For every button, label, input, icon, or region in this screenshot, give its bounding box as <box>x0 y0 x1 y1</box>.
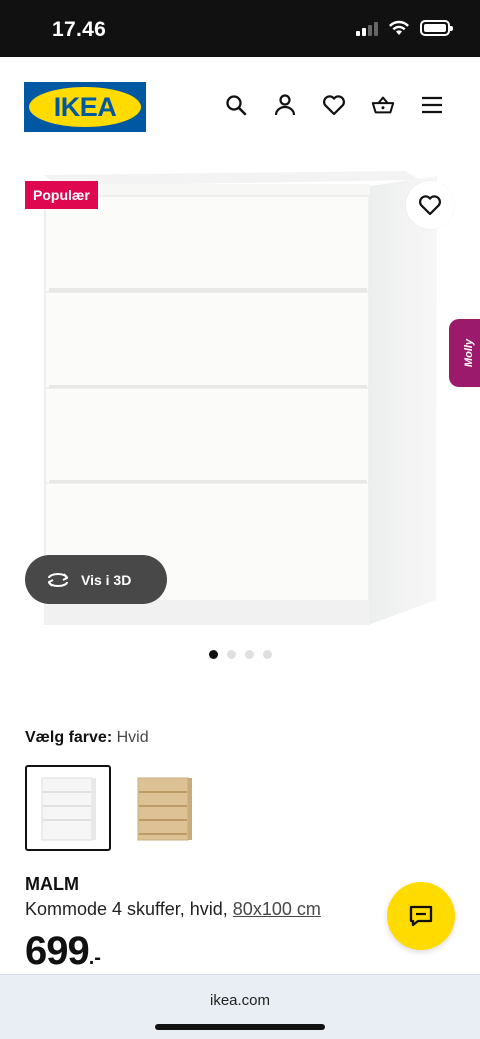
product-type: Kommode 4 skuffer, hvid, <box>25 899 228 919</box>
status-time: 17.46 <box>52 18 107 41</box>
view-in-3d-button[interactable]: Vis i 3D <box>25 555 167 604</box>
favorites-icon[interactable] <box>322 93 346 117</box>
color-selector-label: Vælg farve: Hvid <box>25 729 149 747</box>
menu-icon[interactable] <box>420 93 444 117</box>
status-icons <box>356 20 453 36</box>
logo-text: IKEA <box>53 91 117 122</box>
swatch-white[interactable] <box>25 765 111 851</box>
home-indicator[interactable] <box>155 1024 325 1030</box>
gallery-pagination <box>0 650 480 659</box>
pagination-dot[interactable] <box>262 650 272 659</box>
oak-dresser-thumbnail <box>137 777 192 841</box>
product-gallery[interactable]: Populær Molly Vis i 3D <box>0 160 480 645</box>
pagination-dot[interactable] <box>226 650 236 659</box>
basket-icon[interactable] <box>371 93 395 117</box>
swatch-oak[interactable] <box>121 765 207 851</box>
popular-badge: Populær <box>25 181 98 209</box>
header-actions <box>224 93 444 117</box>
account-icon[interactable] <box>273 93 297 117</box>
signal-icon <box>356 20 378 36</box>
white-dresser-thumbnail <box>41 777 96 841</box>
molly-assistant-tab[interactable]: Molly <box>449 319 480 387</box>
product-price: 699.- <box>25 929 101 974</box>
pagination-dot[interactable] <box>208 650 218 659</box>
product-description: Kommode 4 skuffer, hvid, 80x100 cm <box>25 899 321 920</box>
search-icon[interactable] <box>224 93 248 117</box>
color-swatches <box>25 765 207 851</box>
status-bar: 17.46 <box>0 0 480 57</box>
browser-url[interactable]: ikea.com <box>0 992 480 1009</box>
molly-label: Molly <box>463 338 475 368</box>
heart-icon <box>419 195 441 216</box>
choose-color-label: Vælg farve: <box>25 729 113 746</box>
chat-button[interactable] <box>387 882 455 950</box>
ikea-logo[interactable]: IKEA <box>24 82 146 132</box>
price-suffix: .- <box>88 947 101 969</box>
product-size-link[interactable]: 80x100 cm <box>233 899 321 919</box>
product-name: MALM <box>25 874 79 894</box>
chat-icon <box>409 905 433 927</box>
price-integer: 699 <box>25 929 90 973</box>
rotate-3d-icon <box>48 572 68 587</box>
pagination-dot[interactable] <box>244 650 254 659</box>
site-header: IKEA <box>0 57 480 157</box>
view-in-3d-label: Vis i 3D <box>81 571 132 588</box>
battery-icon <box>420 20 453 36</box>
wifi-icon <box>389 20 409 35</box>
browser-address-bar[interactable]: ikea.com <box>0 974 480 1039</box>
add-to-favorites-button[interactable] <box>406 181 454 229</box>
selected-color-value: Hvid <box>116 729 149 746</box>
